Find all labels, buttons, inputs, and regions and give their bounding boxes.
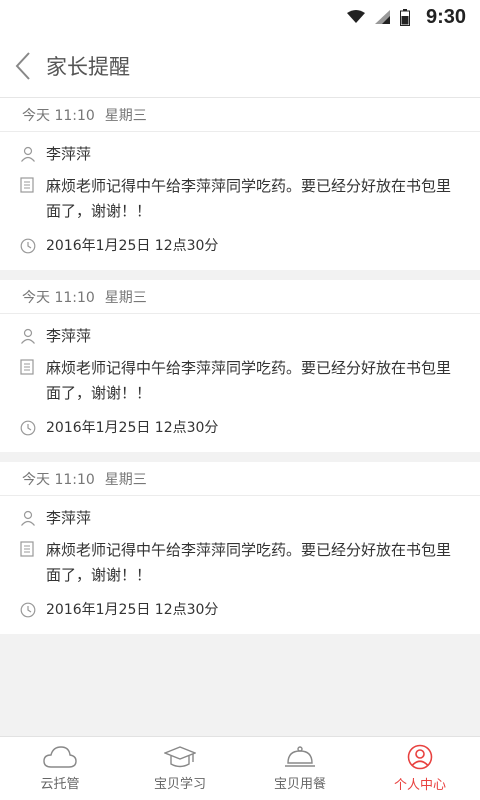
- reminder-name: 李萍萍: [46, 508, 92, 527]
- bottom-tab-bar: 云托管 宝贝学习 宝贝用餐 个人中心: [0, 736, 480, 800]
- reminder-list: 今天 11:10 星期三 李萍萍 麻烦老师记得中午给李萍萍同学吃药。要已经分好放…: [0, 98, 480, 634]
- reminder-name-row: 李萍萍: [20, 320, 460, 352]
- reminder-message: 麻烦老师记得中午给李萍萍同学吃药。要已经分好放在书包里面了，谢谢！！: [46, 177, 452, 220]
- person-icon: [20, 146, 46, 162]
- tab-cloud-hosting[interactable]: 云托管: [0, 737, 120, 800]
- reminder-time-row: 2016年1月25日 12点30分: [20, 230, 460, 262]
- tab-personal-center[interactable]: 个人中心: [360, 737, 480, 800]
- graduation-cap-icon: [164, 746, 196, 768]
- reminder-body: 李萍萍 麻烦老师记得中午给李萍萍同学吃药。要已经分好放在书包里面了，谢谢！！ 2…: [0, 496, 480, 634]
- reminder-header: 今天 11:10 星期三: [0, 98, 480, 132]
- page-title: 家长提醒: [46, 54, 130, 79]
- reminder-time: 2016年1月25日 12点30分: [46, 419, 219, 436]
- reminder-body: 李萍萍 麻烦老师记得中午给李萍萍同学吃药。要已经分好放在书包里面了，谢谢！！ 2…: [0, 132, 480, 270]
- status-time: 9:30: [425, 5, 466, 28]
- tab-label: 个人中心: [393, 778, 446, 793]
- reminder-time-row: 2016年1月25日 12点30分: [20, 412, 460, 444]
- battery-icon: [399, 8, 410, 26]
- reminder-card[interactable]: 今天 11:10 星期三 李萍萍 麻烦老师记得中午给李萍萍同学吃药。要已经分好放…: [0, 462, 480, 634]
- reminder-name: 李萍萍: [46, 144, 92, 163]
- reminder-weekday: 星期三: [104, 107, 147, 124]
- clock-icon: [20, 602, 46, 618]
- person-icon: [20, 328, 46, 344]
- reminder-date: 今天 11:10: [22, 107, 95, 124]
- reminder-header: 今天 11:10 星期三: [0, 462, 480, 496]
- reminder-weekday: 星期三: [104, 289, 147, 306]
- reminder-card[interactable]: 今天 11:10 星期三 李萍萍 麻烦老师记得中午给李萍萍同学吃药。要已经分好放…: [0, 280, 480, 452]
- back-button[interactable]: [0, 34, 46, 98]
- reminder-body: 李萍萍 麻烦老师记得中午给李萍萍同学吃药。要已经分好放在书包里面了，谢谢！！ 2…: [0, 314, 480, 452]
- reminder-weekday: 星期三: [104, 471, 147, 488]
- nav-bar: 家长提醒: [0, 34, 480, 98]
- clock-icon: [20, 238, 46, 254]
- reminder-message: 麻烦老师记得中午给李萍萍同学吃药。要已经分好放在书包里面了，谢谢！！: [46, 359, 452, 402]
- document-icon: [20, 174, 46, 193]
- tab-label: 宝贝用餐: [273, 777, 326, 792]
- wifi-icon: [346, 10, 365, 23]
- reminder-date: 今天 11:10: [22, 471, 95, 488]
- status-bar: 9:30: [0, 0, 480, 34]
- reminder-time: 2016年1月25日 12点30分: [46, 601, 219, 618]
- chevron-left-icon: [15, 51, 30, 80]
- dinner-cloche-icon: [285, 746, 315, 767]
- clock-icon: [20, 420, 46, 436]
- document-icon: [20, 356, 46, 375]
- reminder-date: 今天 11:10: [22, 289, 95, 306]
- cell-signal-icon: [374, 10, 390, 24]
- cloud-icon: [43, 746, 77, 768]
- tab-label: 宝贝学习: [153, 777, 206, 792]
- reminder-header: 今天 11:10 星期三: [0, 280, 480, 314]
- reminder-message-row: 麻烦老师记得中午给李萍萍同学吃药。要已经分好放在书包里面了，谢谢！！: [20, 534, 460, 594]
- reminder-time-row: 2016年1月25日 12点30分: [20, 594, 460, 626]
- reminder-time: 2016年1月25日 12点30分: [46, 237, 219, 254]
- reminder-name-row: 李萍萍: [20, 138, 460, 170]
- reminder-card[interactable]: 今天 11:10 星期三 李萍萍 麻烦老师记得中午给李萍萍同学吃药。要已经分好放…: [0, 98, 480, 270]
- user-circle-icon: [407, 744, 433, 770]
- reminder-message-row: 麻烦老师记得中午给李萍萍同学吃药。要已经分好放在书包里面了，谢谢！！: [20, 170, 460, 230]
- reminder-message-row: 麻烦老师记得中午给李萍萍同学吃药。要已经分好放在书包里面了，谢谢！！: [20, 352, 460, 412]
- tab-baby-learning[interactable]: 宝贝学习: [120, 737, 240, 800]
- tab-baby-meals[interactable]: 宝贝用餐: [240, 737, 360, 800]
- reminder-name-row: 李萍萍: [20, 502, 460, 534]
- reminder-name: 李萍萍: [46, 326, 92, 345]
- tab-label: 云托管: [40, 777, 80, 792]
- person-icon: [20, 510, 46, 526]
- document-icon: [20, 538, 46, 557]
- reminder-message: 麻烦老师记得中午给李萍萍同学吃药。要已经分好放在书包里面了，谢谢！！: [46, 541, 452, 584]
